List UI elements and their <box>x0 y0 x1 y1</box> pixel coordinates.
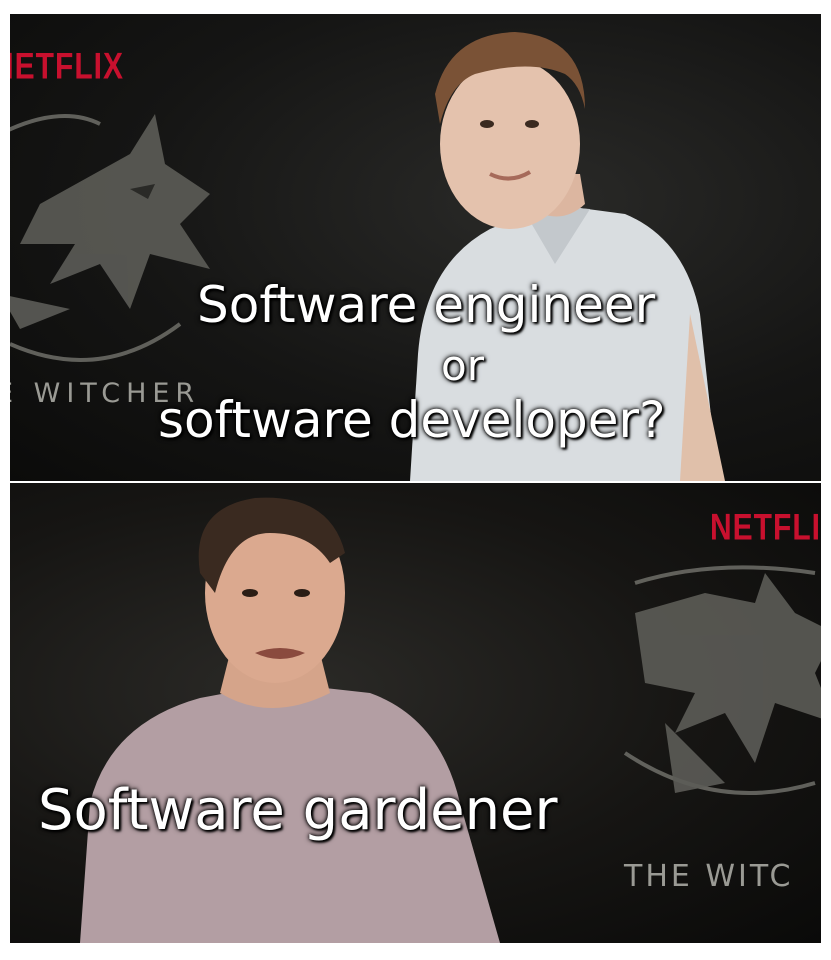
caption-line-3: software developer? <box>158 391 666 449</box>
show-logo-text: THE WITC <box>624 859 794 894</box>
netflix-logo: NETFLIX <box>10 46 124 88</box>
caption-line-1: Software engineer <box>197 276 656 334</box>
bottom-panel: NETFLIX THE WITC Software gardener <box>10 483 821 943</box>
caption-line-2: or <box>441 341 484 390</box>
top-panel: NETFLIX E WITCHER Software engineer or s… <box>10 14 821 481</box>
wolf-medallion-icon <box>10 114 210 362</box>
netflix-logo: NETFLIX <box>710 507 821 549</box>
wolf-medallion-icon <box>623 565 821 795</box>
caption: Software gardener <box>38 778 558 843</box>
interviewee-photo <box>80 497 500 943</box>
